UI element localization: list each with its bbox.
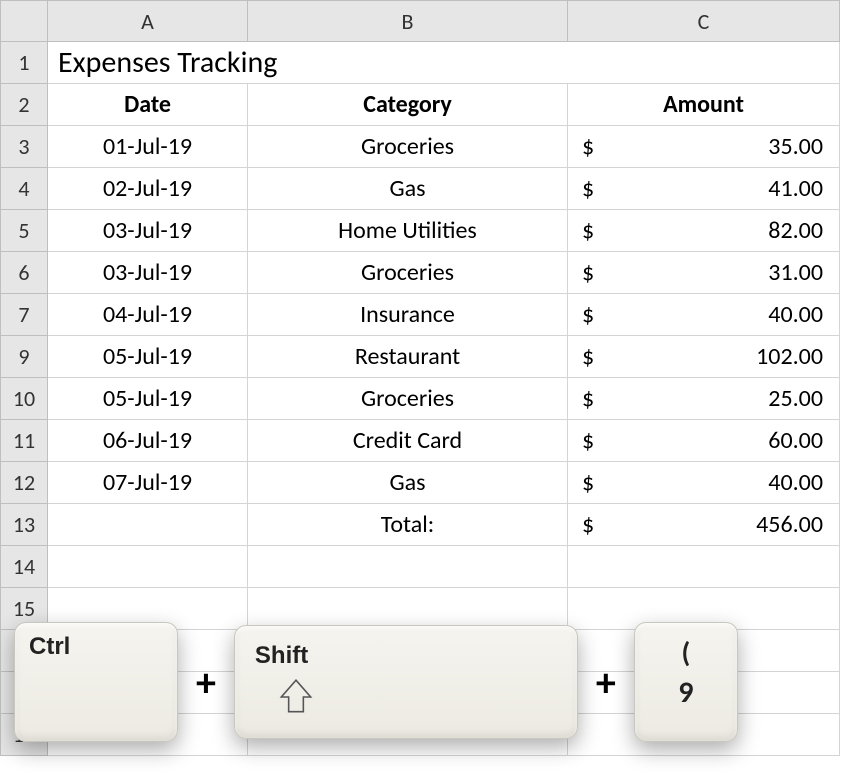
key-paren-label: ( [681,635,690,670]
cell-date[interactable]: 04-Jul-19 [48,294,248,336]
row-header-11[interactable]: 11 [0,420,48,462]
amount-value: 31.00 [768,258,829,287]
currency-symbol: $ [578,174,594,203]
header-date[interactable]: Date [48,84,248,126]
select-all-corner[interactable] [0,0,48,42]
cell-amount[interactable]: $25.00 [568,378,840,420]
cell-amount[interactable]: $41.00 [568,168,840,210]
row-header-9[interactable]: 9 [0,336,48,378]
column-header-A[interactable]: A [48,0,248,42]
row-header-6[interactable]: 6 [0,252,48,294]
key-nine: ( 9 [634,622,738,742]
cell-category[interactable]: Credit Card [248,420,568,462]
plus-icon: + [596,658,616,707]
header-category[interactable]: Category [248,84,568,126]
currency-symbol: $ [578,426,594,455]
plus-icon: + [196,658,216,707]
cell-title[interactable]: Expenses Tracking [48,42,840,84]
cell-date[interactable]: 05-Jul-19 [48,336,248,378]
amount-value: 102.00 [756,342,829,371]
row-header-3[interactable]: 3 [0,126,48,168]
amount-value: 41.00 [768,174,829,203]
cell-category[interactable]: Restaurant [248,336,568,378]
key-nine-label: 9 [678,674,693,711]
cell-empty[interactable] [568,546,840,588]
amount-value: 25.00 [768,384,829,413]
row-header-5[interactable]: 5 [0,210,48,252]
cell-date[interactable]: 01-Jul-19 [48,126,248,168]
currency-symbol: $ [578,342,594,371]
cell-amount[interactable]: $31.00 [568,252,840,294]
amount-value: 60.00 [768,426,829,455]
currency-symbol: $ [578,216,594,245]
amount-value: 35.00 [768,132,829,161]
currency-symbol: $ [578,384,594,413]
key-shift-label: Shift [255,642,563,670]
key-ctrl: Ctrl [14,622,178,742]
cell-date[interactable]: 05-Jul-19 [48,378,248,420]
cell-date[interactable]: 03-Jul-19 [48,252,248,294]
cell-category[interactable]: Insurance [248,294,568,336]
cell-empty[interactable] [48,546,248,588]
row-header-13[interactable]: 13 [0,504,48,546]
currency-symbol: $ [578,510,594,539]
cell-category[interactable]: Groceries [248,378,568,420]
row-header-4[interactable]: 4 [0,168,48,210]
cell-date[interactable]: 07-Jul-19 [48,462,248,504]
amount-value: 40.00 [768,468,829,497]
cell-date[interactable]: 02-Jul-19 [48,168,248,210]
row-header-14[interactable]: 14 [0,546,48,588]
cell-date[interactable]: 06-Jul-19 [48,420,248,462]
cell-amount[interactable]: $40.00 [568,294,840,336]
amount-value: 82.00 [768,216,829,245]
cell-category[interactable]: Gas [248,168,568,210]
amount-value: 40.00 [768,300,829,329]
cell-total-amount[interactable]: $456.00 [568,504,840,546]
cell-empty[interactable] [248,546,568,588]
cell-category[interactable]: Groceries [248,252,568,294]
row-header-10[interactable]: 10 [0,378,48,420]
cell-total-label[interactable]: Total: [248,504,568,546]
column-header-C[interactable]: C [568,0,840,42]
cell-amount[interactable]: $82.00 [568,210,840,252]
total-value: 456.00 [756,510,829,539]
cell-amount[interactable]: $60.00 [568,420,840,462]
cell-amount[interactable]: $40.00 [568,462,840,504]
row-header-12[interactable]: 12 [0,462,48,504]
header-amount[interactable]: Amount [568,84,840,126]
cell-amount[interactable]: $35.00 [568,126,840,168]
currency-symbol: $ [578,468,594,497]
column-header-B[interactable]: B [248,0,568,42]
currency-symbol: $ [578,132,594,161]
cell-date[interactable]: 03-Jul-19 [48,210,248,252]
row-header-1[interactable]: 1 [0,42,48,84]
cell-amount[interactable]: $102.00 [568,336,840,378]
currency-symbol: $ [578,300,594,329]
key-ctrl-label: Ctrl [29,633,163,661]
keyboard-shortcut-overlay: Ctrl + Shift + ( 9 [14,622,825,742]
row-header-2[interactable]: 2 [0,84,48,126]
key-shift: Shift [234,625,578,739]
shift-arrow-icon [275,676,317,718]
row-header-7[interactable]: 7 [0,294,48,336]
cell-category[interactable]: Home Utilities [248,210,568,252]
cell-category[interactable]: Groceries [248,126,568,168]
currency-symbol: $ [578,258,594,287]
cell-category[interactable]: Gas [248,462,568,504]
cell-empty[interactable] [48,504,248,546]
